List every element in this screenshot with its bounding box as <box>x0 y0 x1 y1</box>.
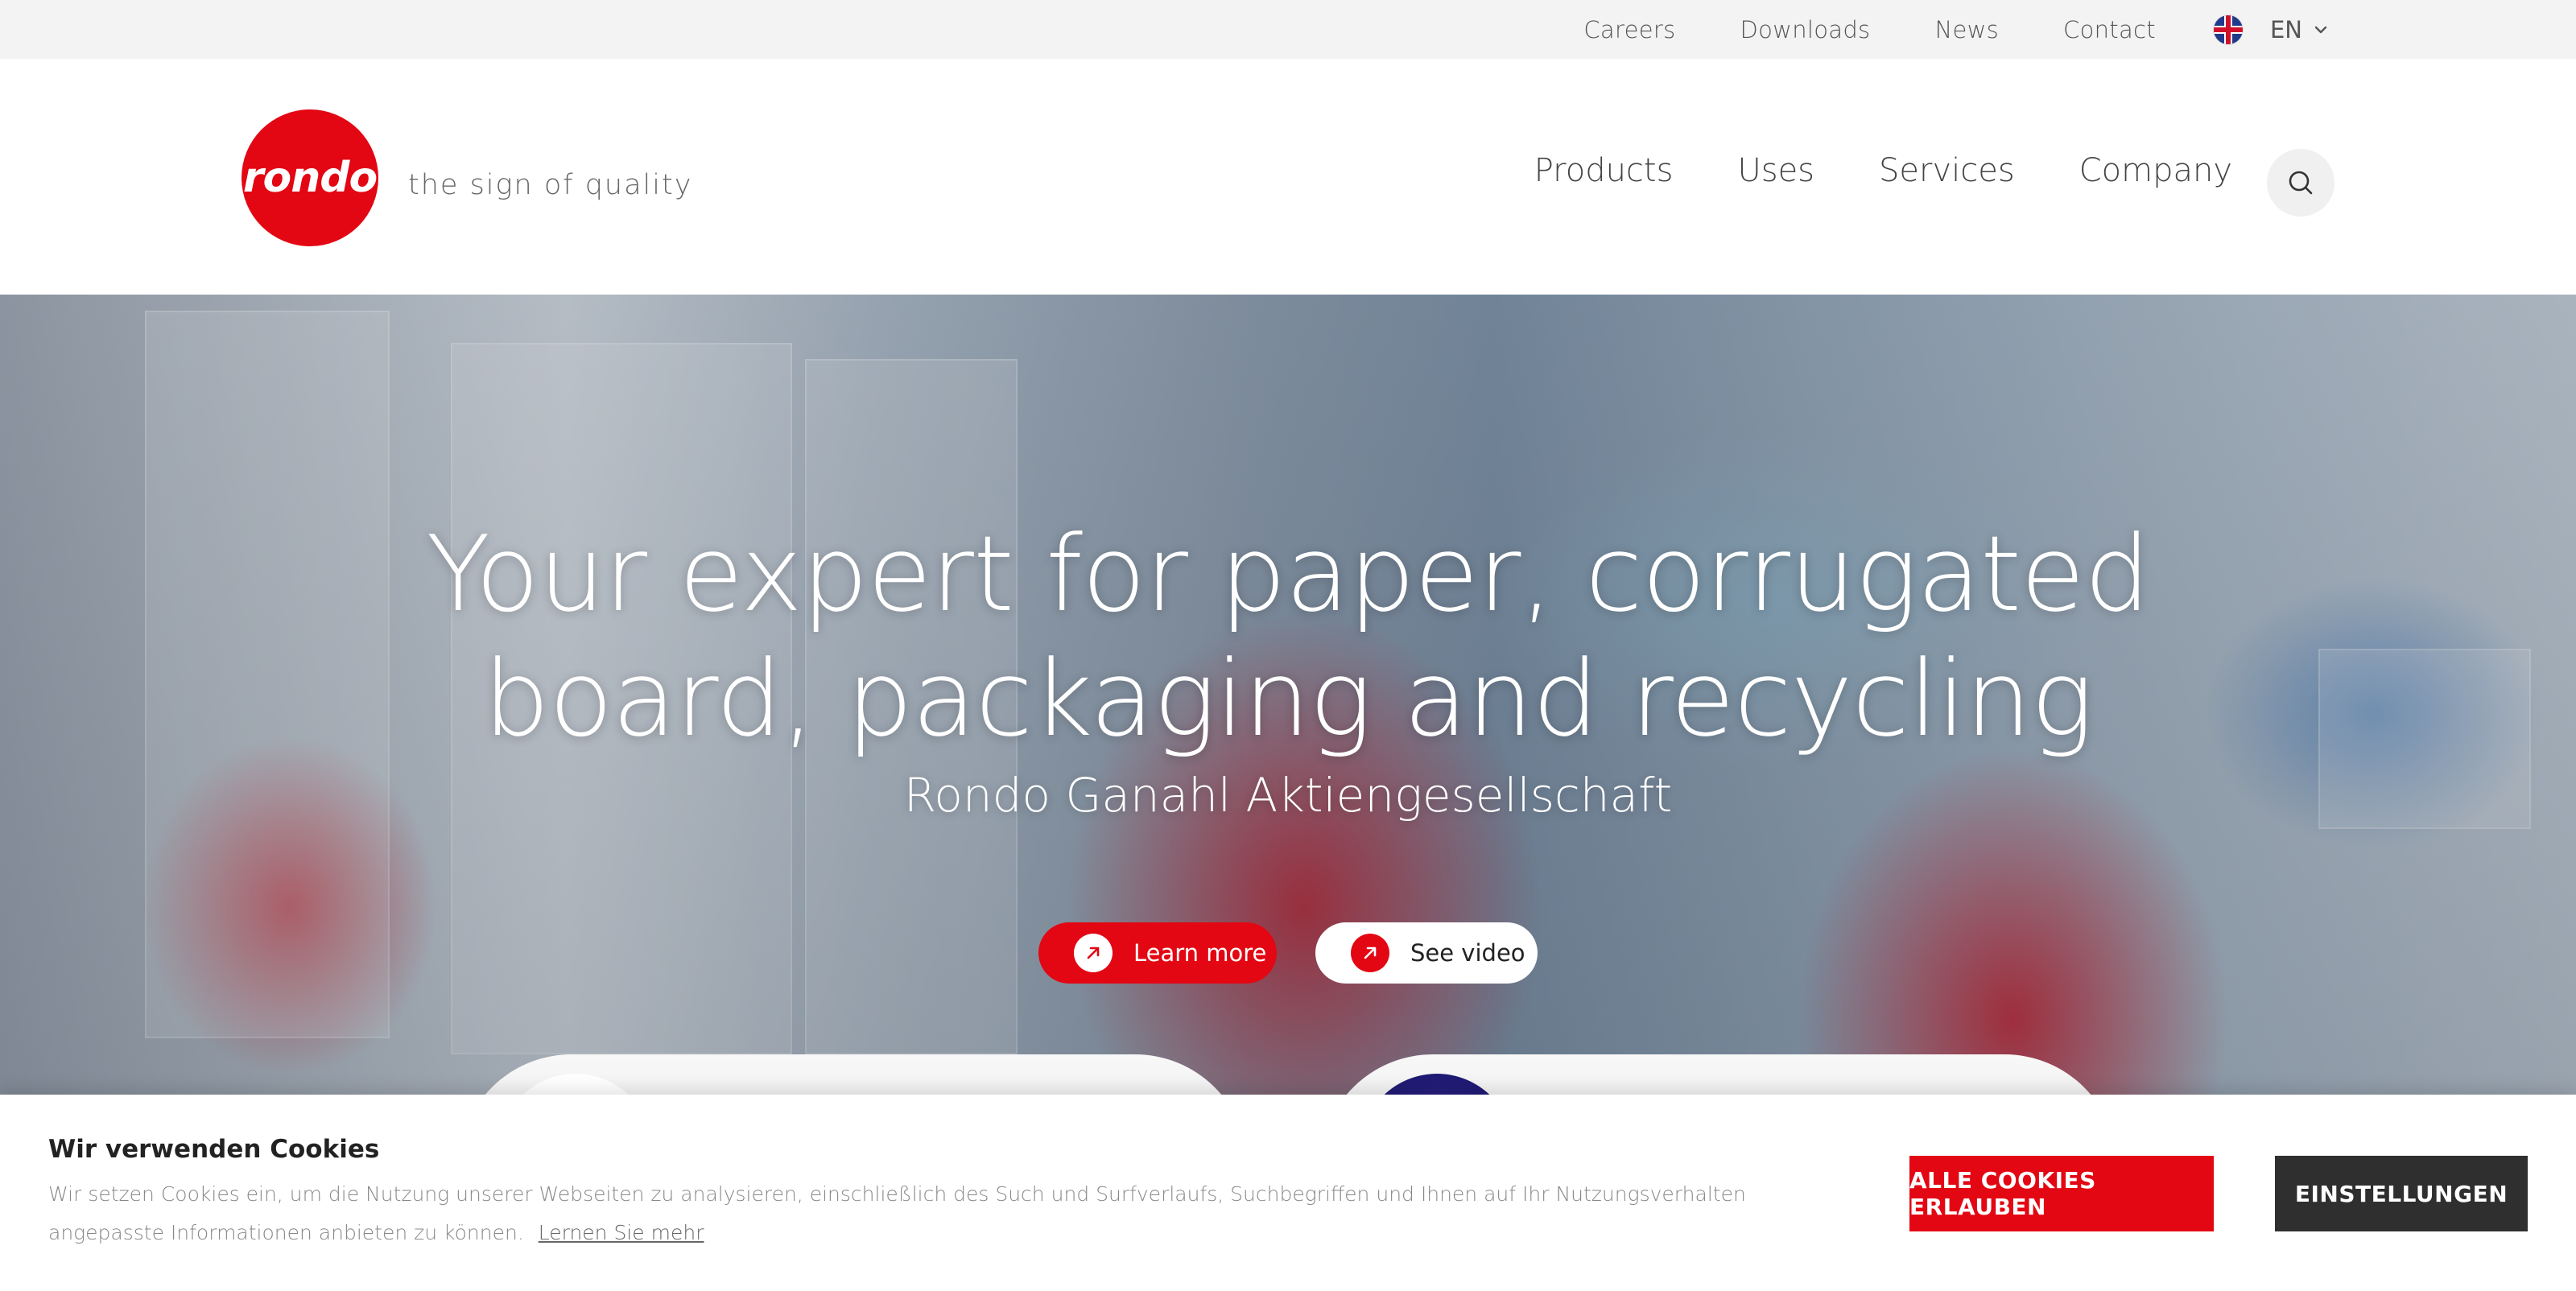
see-video-label: See video <box>1410 939 1525 967</box>
hero-headline: Your expert for paper, corrugated board,… <box>0 512 2576 761</box>
allow-all-cookies-button[interactable]: ALLE COOKIES ERLAUBEN <box>1909 1156 2214 1231</box>
cookie-banner: Wir verwenden Cookies Wir setzen Cookies… <box>0 1095 2576 1291</box>
cookie-settings-button[interactable]: EINSTELLUNGEN <box>2275 1156 2528 1231</box>
nav-uses[interactable]: Uses <box>1737 152 1814 189</box>
cookie-title: Wir verwenden Cookies <box>48 1135 380 1164</box>
learn-more-label: Learn more <box>1133 939 1267 967</box>
search-button[interactable] <box>2267 149 2334 217</box>
see-video-button[interactable]: See video <box>1315 922 1538 984</box>
top-utility-bar: Careers Downloads News Contact EN <box>0 0 2576 59</box>
nav-services[interactable]: Services <box>1879 152 2015 189</box>
tagline: the sign of quality <box>408 169 693 201</box>
learn-more-link[interactable]: Lernen Sie mehr <box>539 1221 704 1244</box>
careers-link[interactable]: Careers <box>1583 16 1675 43</box>
nav-company[interactable]: Company <box>2079 152 2232 189</box>
hero-subline: Rondo Ganahl Aktiengesellschaft <box>903 768 1673 823</box>
search-icon <box>2289 171 2313 195</box>
logo-text: rondo <box>242 154 378 202</box>
news-link[interactable]: News <box>1934 16 1999 43</box>
chevron-down-icon <box>2314 26 2327 33</box>
uk-flag-icon <box>2213 14 2243 44</box>
cookie-text: Wir setzen Cookies ein, um die Nutzung u… <box>48 1175 1835 1252</box>
nav-products[interactable]: Products <box>1534 152 1674 189</box>
learn-more-button[interactable]: Learn more <box>1038 922 1277 984</box>
arrow-up-right-icon <box>1351 934 1389 972</box>
language-code: EN <box>2269 15 2302 43</box>
contact-link[interactable]: Contact <box>2063 16 2156 43</box>
utility-links: Careers Downloads News Contact EN <box>1519 0 2330 59</box>
headline-line-1: Your expert for paper, corrugated <box>426 513 2150 635</box>
cookie-description: Wir setzen Cookies ein, um die Nutzung u… <box>48 1182 1746 1244</box>
arrow-up-right-icon <box>1074 934 1113 972</box>
language-selector[interactable]: EN <box>2213 14 2330 44</box>
main-navigation: Products Uses Services Company <box>1470 152 2232 189</box>
main-header: rondo the sign of quality Products Uses … <box>0 59 2576 295</box>
headline-line-2: board, packaging and recycling <box>483 637 2093 760</box>
downloads-link[interactable]: Downloads <box>1740 16 1871 43</box>
rondo-logo[interactable]: rondo <box>242 109 378 246</box>
hero-section: Your expert for paper, corrugated board,… <box>0 295 2576 1116</box>
